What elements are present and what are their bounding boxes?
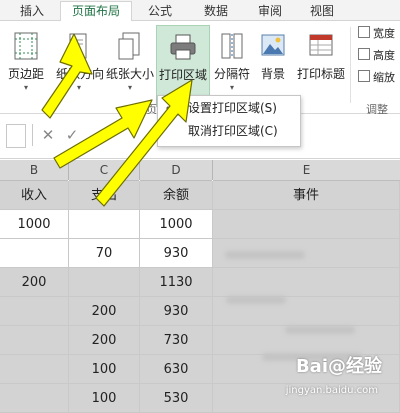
width-label: 宽度 bbox=[373, 27, 395, 40]
chevron-down-icon: ▾ bbox=[23, 83, 29, 92]
cell-balance[interactable]: 530 bbox=[140, 384, 213, 413]
cell-balance[interactable]: 930 bbox=[140, 297, 213, 326]
height-label: 高度 bbox=[373, 49, 395, 62]
scale-icon bbox=[358, 70, 370, 82]
margins-icon bbox=[14, 32, 38, 60]
margins-button[interactable]: 页边距 ▾ bbox=[6, 25, 46, 105]
set-print-area-item[interactable]: 设置打印区域(S) bbox=[188, 98, 277, 118]
scale-label: 缩放 bbox=[373, 71, 395, 84]
cell-income[interactable]: 200 bbox=[0, 268, 69, 297]
ribbon-tab-bar: 插入 页面布局 公式 数据 审阅 视图 bbox=[0, 0, 400, 22]
cell-expense[interactable]: 100 bbox=[69, 355, 140, 384]
height-control[interactable]: 高度 bbox=[358, 47, 395, 65]
column-header-b[interactable]: B bbox=[0, 160, 68, 181]
cell-income[interactable] bbox=[0, 297, 69, 326]
print-area-dropdown: 设置打印区域(S) 取消打印区域(C) bbox=[157, 95, 301, 147]
tab-insert[interactable]: 插入 bbox=[12, 2, 52, 20]
tab-review[interactable]: 审阅 bbox=[252, 2, 288, 20]
column-header-d[interactable]: D bbox=[140, 160, 212, 181]
background-button[interactable]: 背景 bbox=[256, 25, 290, 105]
margins-label: 页边距 bbox=[7, 67, 44, 81]
orientation-button[interactable]: 纸张方向 ▾ bbox=[56, 25, 105, 105]
cell-expense[interactable] bbox=[69, 268, 140, 297]
cancel-icon[interactable]: ✕ bbox=[36, 124, 60, 146]
breaks-label: 分隔符 bbox=[213, 67, 250, 81]
cell-expense[interactable]: 200 bbox=[69, 297, 140, 326]
chevron-down-icon: ▾ bbox=[229, 83, 235, 92]
breaks-button[interactable]: 分隔符 ▾ bbox=[210, 25, 254, 105]
chevron-down-icon: ▾ bbox=[180, 84, 186, 93]
watermark-brand: Bai@经验 bbox=[295, 356, 382, 377]
blurred-text bbox=[225, 251, 305, 259]
cell-balance[interactable]: 730 bbox=[140, 326, 213, 355]
scale-control[interactable]: 缩放 bbox=[358, 69, 395, 87]
cell-income[interactable] bbox=[0, 355, 69, 384]
cell-income[interactable] bbox=[0, 384, 69, 413]
formula-divider bbox=[32, 124, 33, 146]
clear-print-area-item[interactable]: 取消打印区域(C) bbox=[188, 121, 278, 141]
cell-expense[interactable]: 100 bbox=[69, 384, 140, 413]
cell-event[interactable] bbox=[213, 210, 400, 239]
print-area-label: 打印区域 bbox=[158, 68, 207, 82]
cell-balance[interactable]: 930 bbox=[140, 239, 213, 268]
printer-icon bbox=[166, 102, 182, 116]
chevron-down-icon: ▾ bbox=[127, 83, 133, 92]
height-icon bbox=[358, 48, 370, 60]
cell-expense[interactable]: 200 bbox=[69, 326, 140, 355]
tab-page-layout[interactable]: 页面布局 bbox=[60, 1, 132, 22]
cell-balance[interactable]: 1000 bbox=[140, 210, 213, 239]
print-titles-button[interactable]: 打印标题 bbox=[294, 25, 348, 105]
cell-expense[interactable] bbox=[69, 210, 140, 239]
printer-icon bbox=[170, 34, 196, 60]
background-label: 背景 bbox=[260, 67, 285, 81]
orientation-label: 纸张方向 bbox=[56, 67, 105, 81]
tab-data[interactable]: 数据 bbox=[196, 2, 236, 20]
cell-income[interactable] bbox=[0, 326, 69, 355]
tab-formulas[interactable]: 公式 bbox=[140, 2, 180, 20]
print-titles-icon bbox=[309, 34, 333, 56]
page-break-icon bbox=[221, 33, 243, 59]
blurred-text bbox=[226, 296, 286, 304]
column-header-c[interactable]: C bbox=[69, 160, 139, 181]
print-titles-label: 打印标题 bbox=[296, 67, 345, 81]
paper-size-button[interactable]: 纸张大小 ▾ bbox=[104, 25, 156, 105]
blurred-text bbox=[285, 326, 355, 334]
orientation-icon bbox=[69, 33, 87, 59]
column-header-e[interactable]: E bbox=[213, 160, 400, 181]
width-control[interactable]: 宽度 bbox=[358, 25, 395, 43]
cell-balance[interactable]: 1130 bbox=[140, 268, 213, 297]
watermark-url: jingyan.baidu.com bbox=[285, 385, 378, 396]
header-cell-event[interactable]: 事件 bbox=[213, 181, 400, 210]
paper-size-icon bbox=[118, 32, 140, 60]
picture-icon bbox=[261, 34, 285, 56]
cell-event[interactable] bbox=[213, 268, 400, 297]
header-cell-income[interactable]: 收入 bbox=[0, 181, 69, 210]
cell-expense[interactable]: 70 bbox=[69, 239, 140, 268]
cell-balance[interactable]: 630 bbox=[140, 355, 213, 384]
name-box[interactable] bbox=[6, 124, 26, 148]
header-cell-balance[interactable]: 余额 bbox=[140, 181, 213, 210]
cell-income[interactable]: 1000 bbox=[0, 210, 69, 239]
cell-income[interactable] bbox=[0, 239, 69, 268]
paper-size-label: 纸张大小 bbox=[105, 67, 154, 81]
confirm-icon[interactable]: ✓ bbox=[60, 124, 84, 146]
header-cell-expense[interactable]: 支出 bbox=[69, 181, 140, 210]
chevron-down-icon: ▾ bbox=[76, 83, 82, 92]
width-icon bbox=[358, 26, 370, 38]
group-separator bbox=[350, 27, 351, 103]
tab-view[interactable]: 视图 bbox=[304, 2, 340, 20]
